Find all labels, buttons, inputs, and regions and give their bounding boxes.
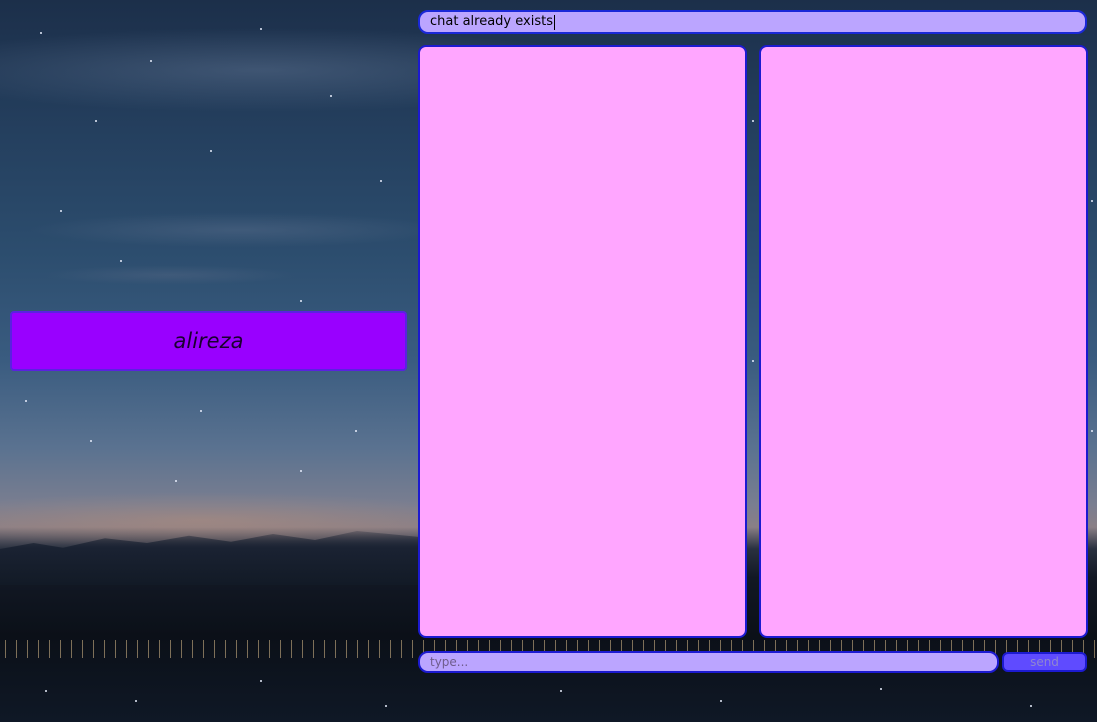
contact-name: alireza [173,329,244,353]
chat-panel-right[interactable] [759,45,1088,638]
status-text: chat already exists [430,14,553,29]
status-text-field[interactable]: chat already exists [418,10,1087,34]
chat-panel-left[interactable] [418,45,747,638]
send-button[interactable]: send [1002,652,1087,672]
text-caret [553,14,555,30]
send-button-label: send [1030,655,1059,669]
mountain-silhouette [0,531,420,585]
contact-item-alireza[interactable]: alireza [10,311,407,371]
message-input[interactable] [418,651,999,673]
